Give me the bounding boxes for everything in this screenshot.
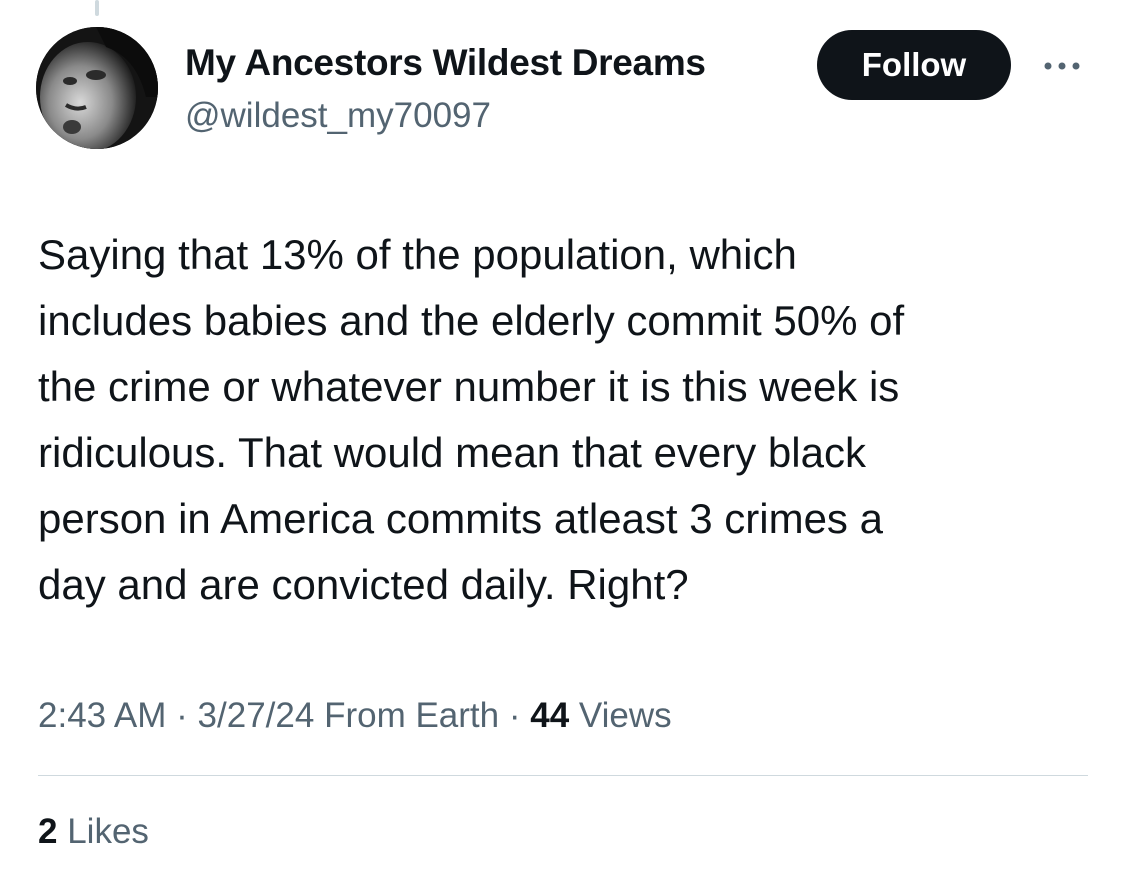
- thread-connector-line: [95, 0, 99, 16]
- more-options-icon[interactable]: [1038, 54, 1086, 78]
- author-handle[interactable]: @wildest_my70097: [185, 96, 491, 136]
- tweet-text-line: the crime or whatever number it is this …: [38, 363, 900, 410]
- avatar-image: [36, 27, 158, 149]
- avatar[interactable]: [36, 27, 158, 149]
- views-label: Views: [578, 696, 672, 735]
- author-display-name[interactable]: My Ancestors Wildest Dreams: [185, 42, 706, 84]
- tweet-text-line: day and are convicted daily. Right?: [38, 561, 689, 608]
- meta-separator: ·: [176, 696, 188, 735]
- tweet-text-line: includes babies and the elderly commit 5…: [38, 297, 905, 344]
- tweet-text-line: person in America commits atleast 3 crim…: [38, 495, 883, 542]
- views-count: 44: [530, 696, 570, 735]
- meta-separator: ·: [508, 696, 521, 735]
- tweet-date[interactable]: 3/27/24: [198, 696, 315, 735]
- likes-count: 2: [38, 812, 58, 851]
- likes-link[interactable]: 2 Likes: [38, 812, 149, 852]
- tweet-metadata: 2:43 AM · 3/27/24 From Earth · 44 Views: [38, 696, 672, 736]
- tweet-text: Saying that 13% of the population, which…: [38, 222, 1088, 618]
- follow-button[interactable]: Follow: [817, 30, 1011, 100]
- tweet-text-line: Saying that 13% of the population, which: [38, 231, 797, 278]
- tweet-time[interactable]: 2:43 AM: [38, 696, 166, 735]
- tweet-source: From Earth: [324, 696, 500, 735]
- likes-label: Likes: [67, 812, 149, 851]
- tweet-text-line: ridiculous. That would mean that every b…: [38, 429, 866, 476]
- divider: [38, 775, 1088, 776]
